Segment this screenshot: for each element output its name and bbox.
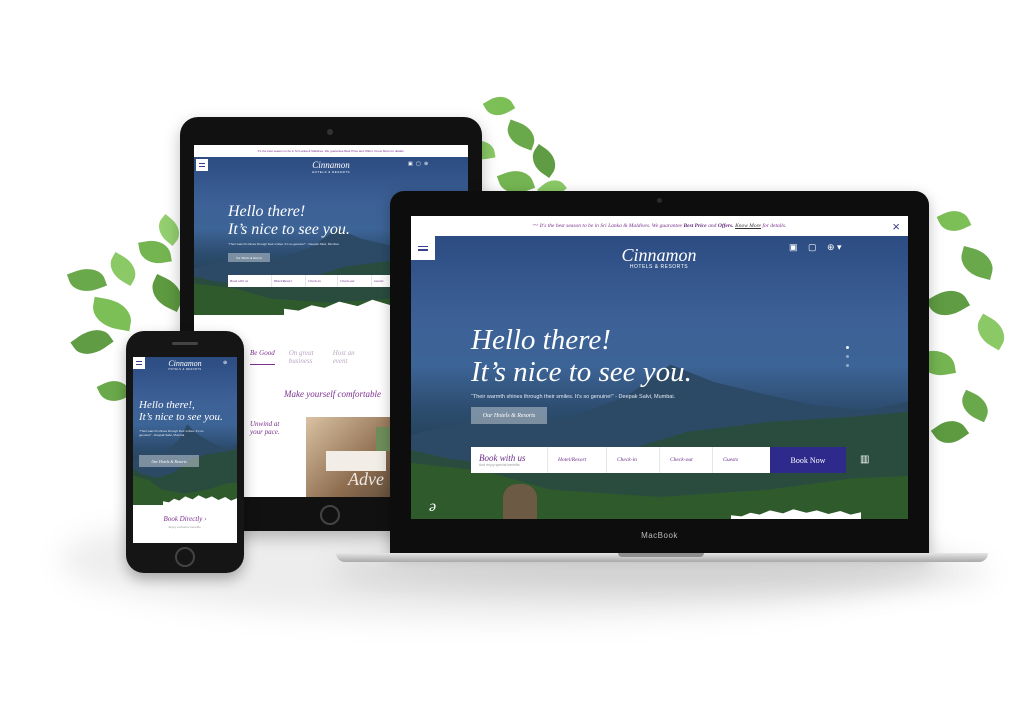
checkin-select[interactable]: Check-in	[306, 275, 338, 287]
globe-icon[interactable]: ⊕	[424, 161, 428, 167]
book-directly-subtext: Enjoy exclusive benefits.	[168, 525, 202, 529]
calendar-icon[interactable]: ▣	[789, 242, 798, 253]
booking-bar: Book with us Hotel/Resort Check-in Check…	[228, 275, 406, 287]
section-heading: Make yourself comfortable	[284, 389, 381, 399]
close-icon[interactable]: ×	[892, 219, 900, 234]
promo-icon: 〰	[532, 223, 539, 229]
carousel-dot[interactable]	[846, 355, 849, 358]
laptop-device: 〰 It's the best season to be in Sri Lank…	[390, 191, 929, 553]
guests-select[interactable]: Guests	[713, 447, 770, 473]
hotels-resorts-button[interactable]: Our Hotels & Resorts	[228, 253, 270, 262]
book-with-us: Book with us	[228, 275, 272, 287]
book-directly-link[interactable]: Book Directly ›	[133, 515, 237, 523]
bookmark-icon[interactable]: ▢	[416, 161, 421, 167]
laptop-screen: 〰 It's the best season to be in Sri Lank…	[411, 216, 908, 519]
bookmark-icon[interactable]: ▢	[808, 242, 817, 253]
tab-event[interactable]: Host an event	[333, 349, 363, 365]
globe-icon[interactable]: ⊕ ▾	[827, 242, 842, 253]
brand-logo[interactable]: Cinnamon HOTELS & RESORTS	[609, 246, 709, 270]
know-more-link[interactable]: Know More	[735, 223, 761, 229]
hero-title: Hello there! It’s nice to see you.	[228, 203, 350, 238]
chart-icon[interactable]: ▥	[860, 454, 869, 465]
brand-mark: ə	[429, 498, 437, 515]
phone-speaker	[172, 342, 198, 345]
tablet-camera	[327, 129, 333, 135]
phone-home-button	[175, 547, 195, 567]
hero-quote: “Their warmth shines through their smile…	[228, 242, 340, 246]
adventure-text: Adve	[348, 469, 384, 489]
book-with-us: Book with us And enjoy special benefits.	[471, 447, 548, 473]
checkin-select[interactable]: Check-in	[607, 447, 660, 473]
hero-quote: “Their warmth shines through their smile…	[139, 429, 204, 437]
globe-icon[interactable]: ⊕	[223, 360, 227, 366]
tab-be-good[interactable]: Be Good	[250, 349, 275, 365]
phone-device: Cinnamon HOTELS & RESORTS ⊕ Hello there!…	[126, 331, 244, 573]
hero-title: Hello there! It’s nice to see you.	[471, 324, 692, 389]
hiker-figure	[503, 484, 537, 519]
hero-quote: “Their warmth shines through their smile…	[471, 394, 676, 400]
calendar-icon[interactable]: ▣	[408, 161, 413, 167]
hotels-resorts-button[interactable]: Our Hotels & Resorts	[471, 407, 547, 424]
tablet-home-button	[320, 505, 340, 525]
carousel-dots	[846, 346, 849, 367]
menu-button[interactable]	[133, 357, 145, 369]
tab-business[interactable]: On great business	[289, 349, 319, 365]
checkout-select[interactable]: Check-out	[660, 447, 713, 473]
booking-bar: Book with us And enjoy special benefits.…	[471, 447, 846, 473]
promo-banner: 〰 It's the best season to be in Sri Lank…	[411, 216, 908, 236]
phone-screen: Cinnamon HOTELS & RESORTS ⊕ Hello there!…	[133, 357, 237, 543]
carousel-dot[interactable]	[846, 364, 849, 367]
hotel-select[interactable]: Hotel/Resort	[548, 447, 607, 473]
hero-title: Hello there!, It’s nice to see you.	[139, 399, 223, 424]
hotel-select[interactable]: Hotel/Resort	[272, 275, 306, 287]
laptop-notch	[618, 553, 704, 557]
brand-logo[interactable]: Cinnamon HOTELS & RESORTS	[161, 360, 209, 372]
unwind-heading: Unwind at your pace.	[250, 420, 280, 436]
laptop-camera	[657, 198, 662, 203]
carousel-dot[interactable]	[846, 346, 849, 349]
hotels-resorts-button[interactable]: Our Hotels & Resorts	[139, 455, 199, 467]
menu-button[interactable]	[196, 159, 208, 171]
menu-button[interactable]	[411, 236, 435, 260]
checkout-select[interactable]: Check-out	[338, 275, 372, 287]
macbook-label: MacBook	[641, 531, 678, 540]
brand-logo[interactable]: Cinnamon HOTELS & RESORTS	[304, 161, 358, 175]
promo-banner: It's the best season to be in Sri Lanka …	[194, 145, 468, 157]
book-now-button[interactable]: Book Now	[770, 447, 846, 473]
